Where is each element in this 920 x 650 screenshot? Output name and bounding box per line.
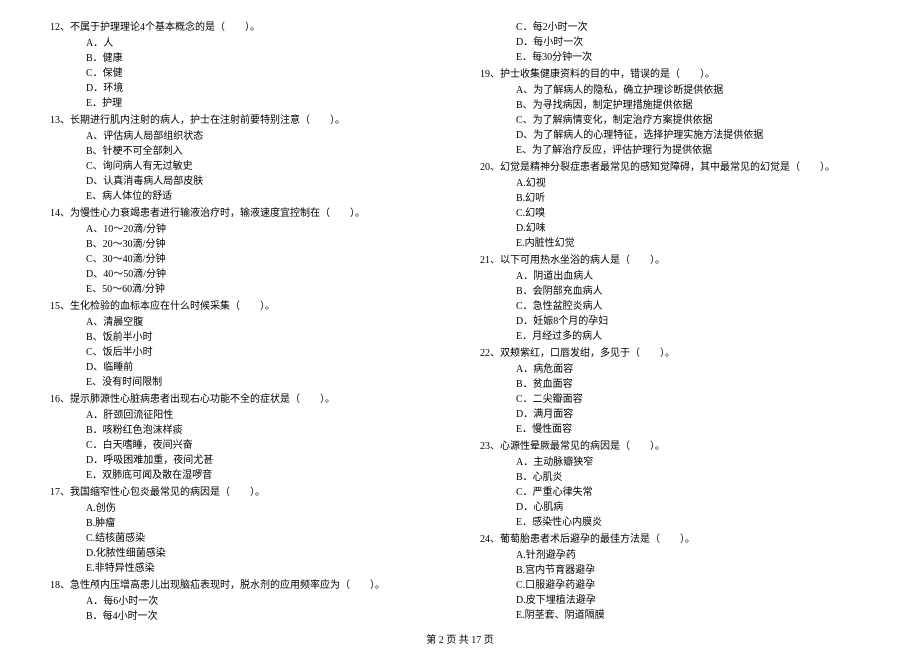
option: A、10～20滴/分钟 bbox=[50, 222, 440, 237]
option: D．妊娠8个月的孕妇 bbox=[480, 314, 870, 329]
question-text: 23、心源性晕厥最常见的病因是（ ）。 bbox=[480, 439, 870, 454]
question-12: 12、不属于护理理论4个基本概念的是（ ）。 A．人 B．健康 C．保健 D．环… bbox=[50, 20, 440, 111]
option: D．呼吸困难加重，夜间尤甚 bbox=[50, 453, 440, 468]
option: D．满月面容 bbox=[480, 407, 870, 422]
option: C、为了解病情变化，制定治疗方案提供依据 bbox=[480, 113, 870, 128]
option: E、没有时间限制 bbox=[50, 375, 440, 390]
option: C．白天嗜睡，夜间兴奋 bbox=[50, 438, 440, 453]
option: B．每4小时一次 bbox=[50, 609, 440, 624]
option: B．贫血面容 bbox=[480, 377, 870, 392]
option: A、评估病人局部组织状态 bbox=[50, 129, 440, 144]
question-21: 21、以下可用热水坐浴的病人是（ ）。 A．阴道出血病人 B．会阴部充血病人 C… bbox=[480, 253, 870, 344]
option: D.化脓性细菌感染 bbox=[50, 546, 440, 561]
page-content: 12、不属于护理理论4个基本概念的是（ ）。 A．人 B．健康 C．保健 D．环… bbox=[0, 0, 920, 620]
option: A、清晨空腹 bbox=[50, 315, 440, 330]
right-column: C．每2小时一次 D．每小时一次 E．每30分钟一次 19、护士收集健康资料的目… bbox=[460, 20, 890, 620]
option: B.幻听 bbox=[480, 191, 870, 206]
question-text: 24、葡萄胎患者术后避孕的最佳方法是（ ）。 bbox=[480, 532, 870, 547]
question-23: 23、心源性晕厥最常见的病因是（ ）。 A．主动脉瓣狭窄 B．心肌炎 C．严重心… bbox=[480, 439, 870, 530]
option: A．每6小时一次 bbox=[50, 594, 440, 609]
question-18: 18、急性颅内压增高患儿出现脑疝表现时，脱水剂的应用频率应为（ ）。 A．每6小… bbox=[50, 578, 440, 624]
question-18-continue: C．每2小时一次 D．每小时一次 E．每30分钟一次 bbox=[480, 20, 870, 65]
question-text: 14、为慢性心力衰竭患者进行输液治疗时，输液速度宜控制在（ ）。 bbox=[50, 206, 440, 221]
option: A．主动脉瓣狭窄 bbox=[480, 455, 870, 470]
option: D、为了解病人的心理特征，选择护理实施方法提供依据 bbox=[480, 128, 870, 143]
option: B、针梗不可全部刺入 bbox=[50, 144, 440, 159]
option: D、40～50滴/分钟 bbox=[50, 267, 440, 282]
option: E、50～60滴/分钟 bbox=[50, 282, 440, 297]
question-13: 13、长期进行肌内注射的病人，护士在注射前要特别注意（ ）。 A、评估病人局部组… bbox=[50, 113, 440, 204]
question-text: 12、不属于护理理论4个基本概念的是（ ）。 bbox=[50, 20, 440, 35]
option: C.结核菌感染 bbox=[50, 531, 440, 546]
option: D、认真消毒病人局部皮肤 bbox=[50, 174, 440, 189]
option: B．健康 bbox=[50, 51, 440, 66]
option: B.肿瘤 bbox=[50, 516, 440, 531]
option: A．人 bbox=[50, 36, 440, 51]
option: C．严重心律失常 bbox=[480, 485, 870, 500]
option: C．急性盆腔炎病人 bbox=[480, 299, 870, 314]
option: E．护理 bbox=[50, 96, 440, 111]
option: B．心肌炎 bbox=[480, 470, 870, 485]
option: B．咳粉红色泡沫样痰 bbox=[50, 423, 440, 438]
page-footer: 第 2 页 共 17 页 bbox=[0, 631, 920, 646]
option: E、为了解治疗反应，评估护理行为提供依据 bbox=[480, 143, 870, 158]
option: E.非特异性感染 bbox=[50, 561, 440, 576]
question-text: 20、幻觉是精神分裂症患者最常见的感知觉障碍，其中最常见的幻觉是（ ）。 bbox=[480, 160, 870, 175]
option: B、饭前半小时 bbox=[50, 330, 440, 345]
question-text: 15、生化检验的血标本应在什么时候采集（ ）。 bbox=[50, 299, 440, 314]
option: B.宫内节育器避孕 bbox=[480, 563, 870, 578]
option: C.幻嗅 bbox=[480, 206, 870, 221]
option: A.针剂避孕药 bbox=[480, 548, 870, 563]
question-16: 16、提示肺源性心脏病患者出现右心功能不全的症状是（ ）。 A．肝颈回流征阳性 … bbox=[50, 392, 440, 483]
question-text: 22、双颊紫红，口唇发绀，多见于（ ）。 bbox=[480, 346, 870, 361]
option: D、临睡前 bbox=[50, 360, 440, 375]
option: E、病人体位的舒适 bbox=[50, 189, 440, 204]
option: E．慢性面容 bbox=[480, 422, 870, 437]
option: A．阴道出血病人 bbox=[480, 269, 870, 284]
option: E.内脏性幻觉 bbox=[480, 236, 870, 251]
option: C．二尖瓣面容 bbox=[480, 392, 870, 407]
question-text: 17、我国缩窄性心包炎最常见的病因是（ ）。 bbox=[50, 485, 440, 500]
question-22: 22、双颊紫红，口唇发绀，多见于（ ）。 A．病危面容 B．贫血面容 C．二尖瓣… bbox=[480, 346, 870, 437]
option: C、询问病人有无过敏史 bbox=[50, 159, 440, 174]
option: C.口服避孕药避孕 bbox=[480, 578, 870, 593]
question-text: 13、长期进行肌内注射的病人，护士在注射前要特别注意（ ）。 bbox=[50, 113, 440, 128]
question-15: 15、生化检验的血标本应在什么时候采集（ ）。 A、清晨空腹 B、饭前半小时 C… bbox=[50, 299, 440, 390]
left-column: 12、不属于护理理论4个基本概念的是（ ）。 A．人 B．健康 C．保健 D．环… bbox=[30, 20, 460, 620]
question-24: 24、葡萄胎患者术后避孕的最佳方法是（ ）。 A.针剂避孕药 B.宫内节育器避孕… bbox=[480, 532, 870, 623]
question-14: 14、为慢性心力衰竭患者进行输液治疗时，输液速度宜控制在（ ）。 A、10～20… bbox=[50, 206, 440, 297]
option: E．感染性心内膜炎 bbox=[480, 515, 870, 530]
option: B、20～30滴/分钟 bbox=[50, 237, 440, 252]
question-text: 18、急性颅内压增高患儿出现脑疝表现时，脱水剂的应用频率应为（ ）。 bbox=[50, 578, 440, 593]
question-20: 20、幻觉是精神分裂症患者最常见的感知觉障碍，其中最常见的幻觉是（ ）。 A.幻… bbox=[480, 160, 870, 251]
option: E．月经过多的病人 bbox=[480, 329, 870, 344]
option: C、30～40滴/分钟 bbox=[50, 252, 440, 267]
option: A.创伤 bbox=[50, 501, 440, 516]
option: E．每30分钟一次 bbox=[480, 50, 870, 65]
option: D.幻味 bbox=[480, 221, 870, 236]
option: A．病危面容 bbox=[480, 362, 870, 377]
option: D．每小时一次 bbox=[480, 35, 870, 50]
option: E．双肺底可闻及散在湿啰音 bbox=[50, 468, 440, 483]
option: D．环境 bbox=[50, 81, 440, 96]
option: B．会阴部充血病人 bbox=[480, 284, 870, 299]
option: D.皮下埋植法避孕 bbox=[480, 593, 870, 608]
question-text: 19、护士收集健康资料的目的中，错误的是（ ）。 bbox=[480, 67, 870, 82]
question-17: 17、我国缩窄性心包炎最常见的病因是（ ）。 A.创伤 B.肿瘤 C.结核菌感染… bbox=[50, 485, 440, 576]
question-text: 21、以下可用热水坐浴的病人是（ ）。 bbox=[480, 253, 870, 268]
question-19: 19、护士收集健康资料的目的中，错误的是（ ）。 A、为了解病人的隐私，确立护理… bbox=[480, 67, 870, 158]
question-text: 16、提示肺源性心脏病患者出现右心功能不全的症状是（ ）。 bbox=[50, 392, 440, 407]
option: A、为了解病人的隐私，确立护理诊断提供依据 bbox=[480, 83, 870, 98]
option: A.幻视 bbox=[480, 176, 870, 191]
option: A．肝颈回流征阳性 bbox=[50, 408, 440, 423]
option: B、为寻找病因，制定护理措施提供依据 bbox=[480, 98, 870, 113]
option: E.阴茎套、阴道隔膜 bbox=[480, 608, 870, 623]
option: C．保健 bbox=[50, 66, 440, 81]
option: D．心肌病 bbox=[480, 500, 870, 515]
option: C．每2小时一次 bbox=[480, 20, 870, 35]
option: C、饭后半小时 bbox=[50, 345, 440, 360]
